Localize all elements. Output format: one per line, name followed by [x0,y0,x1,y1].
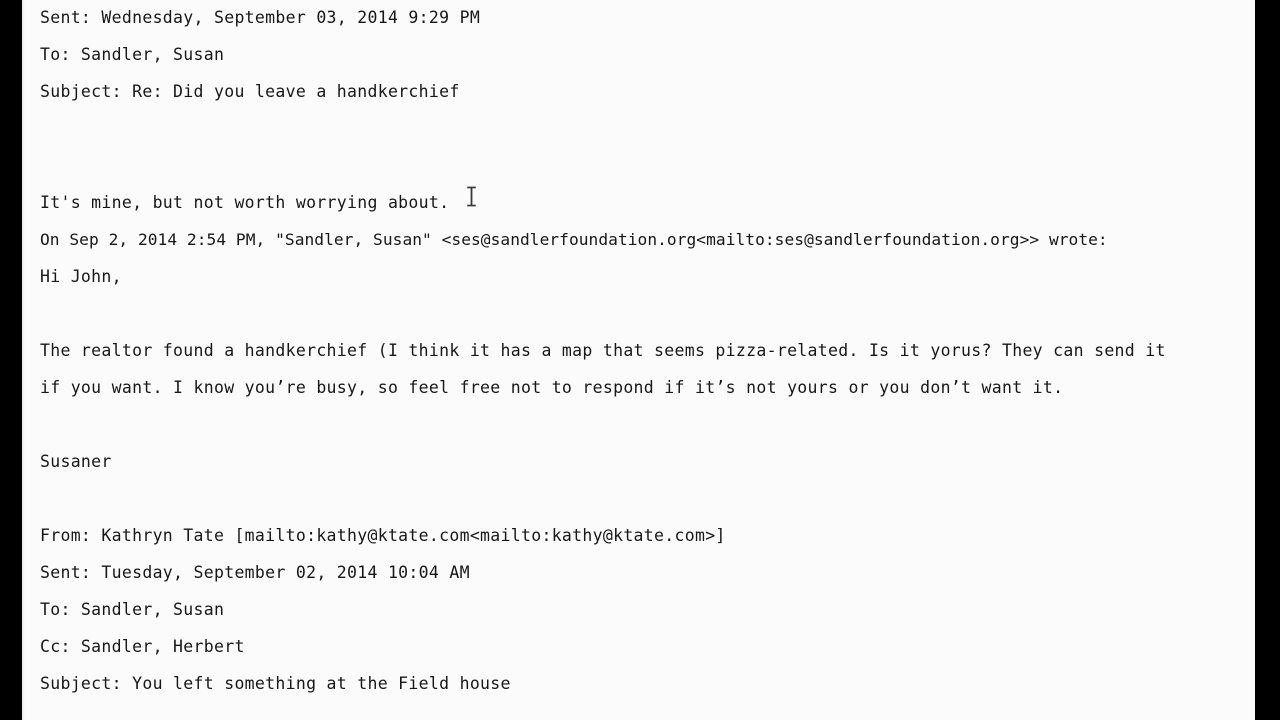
email-sent-line-2: Sent: Tuesday, September 02, 2014 10:04 … [40,563,470,582]
email-to-line-1: To: Sandler, Susan [40,45,225,64]
email-subject-line-2: Subject: You left something at the Field… [40,674,511,693]
email-sent-line-1: Sent: Wednesday, September 03, 2014 9:29… [40,8,481,27]
email-body-line-1: It's mine, but not worth worrying about. [40,193,450,212]
email-greeting-line: Hi John, [40,267,122,286]
document-page[interactable]: Sent: Wednesday, September 03, 2014 9:29… [22,0,1255,720]
screenshot-viewport: Sent: Wednesday, September 03, 2014 9:29… [0,0,1280,720]
text-cursor-icon [466,186,477,207]
email-quote-header-line: On Sep 2, 2014 2:54 PM, "Sandler, Susan"… [40,230,1108,249]
email-body-line-3: if you want. I know you’re busy, so feel… [40,378,1064,397]
email-signature-line: Susaner [40,452,112,471]
email-body-line-2: The realtor found a handkerchief (I thin… [40,341,1166,360]
letterbox-bar-left [0,0,22,720]
email-to-line-2: To: Sandler, Susan [40,600,225,619]
letterbox-bar-right [1255,0,1280,720]
email-subject-line-1: Subject: Re: Did you leave a handkerchie… [40,82,460,101]
email-from-line-2: From: Kathryn Tate [mailto:kathy@ktate.c… [40,526,726,545]
email-cc-line-2: Cc: Sandler, Herbert [40,637,245,656]
